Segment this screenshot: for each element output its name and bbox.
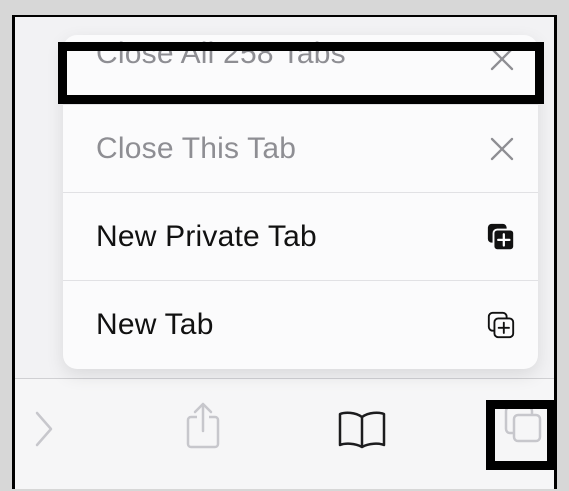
new-tab-icon [486, 310, 516, 340]
share-icon [186, 402, 220, 449]
bottom-toolbar [15, 378, 554, 489]
book-icon [338, 411, 386, 449]
new-private-tab-icon [486, 222, 516, 252]
close-x-icon [488, 135, 516, 163]
bookmarks-button[interactable] [337, 409, 387, 449]
share-button[interactable] [183, 401, 223, 451]
highlight-box-tabs-button [486, 400, 556, 470]
menu-item-label: New Tab [96, 308, 214, 341]
forward-button[interactable] [33, 409, 55, 449]
menu-item-close-this-tab[interactable]: Close This Tab [63, 105, 538, 193]
menu-item-label: New Private Tab [96, 219, 317, 253]
menu-item-new-private-tab[interactable]: New Private Tab [63, 193, 538, 281]
menu-item-new-tab[interactable]: New Tab [63, 281, 538, 369]
screen: Close All 258 Tabs Close This Tab New Pr… [0, 0, 569, 491]
chevron-right-icon [35, 411, 53, 447]
highlight-box-close-all [58, 42, 544, 104]
menu-item-label: Close This Tab [96, 131, 297, 165]
